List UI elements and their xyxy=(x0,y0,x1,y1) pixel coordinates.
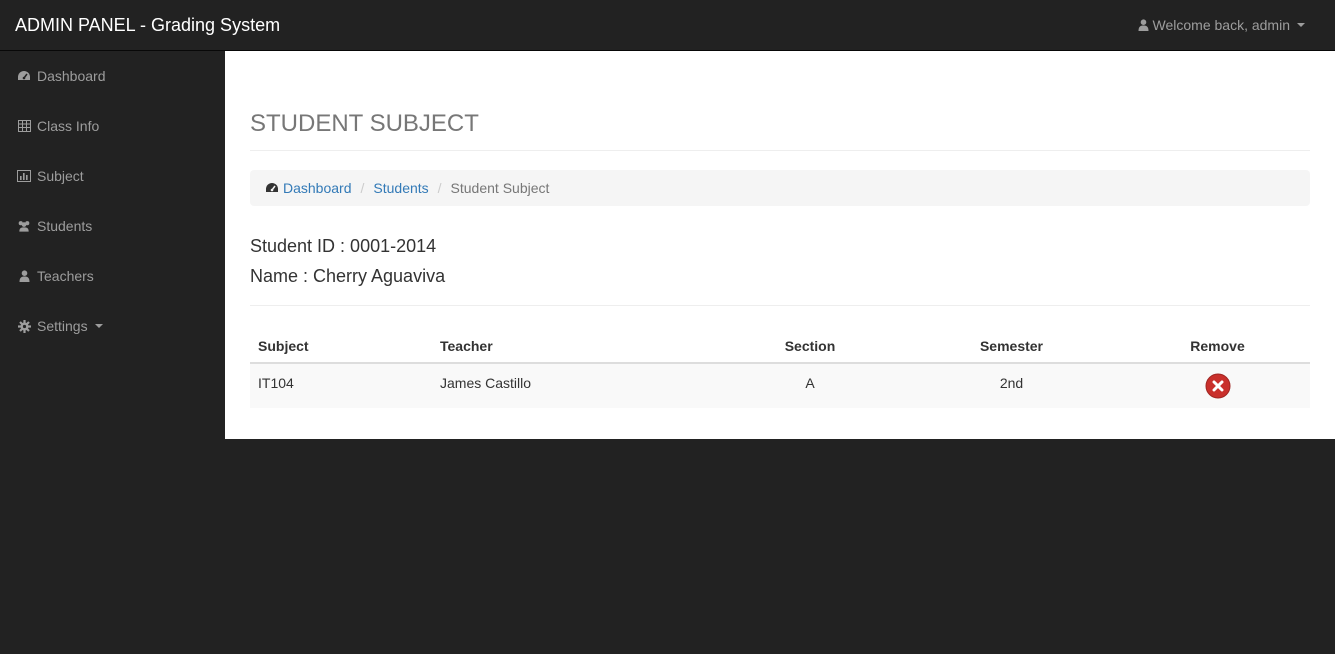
page-header: STUDENT SUBJECT xyxy=(250,110,1310,151)
sidebar-item-label: Class Info xyxy=(37,118,100,134)
table-icon xyxy=(17,119,31,133)
brand-title[interactable]: ADMIN PANEL - Grading System xyxy=(15,15,280,35)
user-menu-dropdown[interactable]: Welcome back, admin xyxy=(1138,16,1305,34)
sidebar-item-class-info[interactable]: Class Info xyxy=(0,101,225,151)
column-header-section: Section xyxy=(722,329,898,364)
breadcrumb-separator: / xyxy=(437,180,442,196)
sidebar-item-label: Settings xyxy=(37,318,88,334)
cell-teacher: James Castillo xyxy=(432,363,722,408)
subjects-table: Subject Teacher Section Semester Remove … xyxy=(250,329,1310,408)
column-header-subject: Subject xyxy=(250,329,432,364)
student-id: Student ID : 0001-2014 xyxy=(250,236,437,256)
caret-down-icon xyxy=(94,324,103,328)
user-icon xyxy=(17,269,31,283)
user-icon xyxy=(1138,19,1149,31)
column-header-semester: Semester xyxy=(898,329,1125,364)
student-name: Name : Cherry Aguaviva xyxy=(250,266,446,286)
users-icon xyxy=(17,219,31,233)
cell-subject: IT104 xyxy=(250,363,432,408)
sidebar-item-subject[interactable]: Subject xyxy=(0,151,225,201)
user-menu-label: Welcome back, admin xyxy=(1152,17,1290,33)
dashboard-icon xyxy=(17,69,31,83)
breadcrumb-separator: / xyxy=(360,180,365,196)
page-title: STUDENT SUBJECT xyxy=(250,110,479,137)
sidebar-item-teachers[interactable]: Teachers xyxy=(0,251,225,301)
cell-section: A xyxy=(722,363,898,408)
sidebar-item-settings[interactable]: Settings xyxy=(0,301,225,351)
table-header-row: Subject Teacher Section Semester Remove xyxy=(250,329,1310,364)
sidebar-item-label: Students xyxy=(37,218,93,234)
table-row: IT104 James Castillo A 2nd xyxy=(250,363,1310,408)
column-header-remove: Remove xyxy=(1125,329,1310,364)
bar-chart-icon xyxy=(17,169,31,183)
caret-down-icon xyxy=(1297,23,1305,27)
breadcrumb-current: Student Subject xyxy=(450,180,550,196)
sidebar: Dashboard Class Info Subject Students Te… xyxy=(0,51,225,351)
dashboard-icon xyxy=(266,183,278,192)
breadcrumb-label: Dashboard xyxy=(283,180,352,196)
column-header-teacher: Teacher xyxy=(432,329,722,364)
breadcrumb: Dashboard / Students / Student Subject xyxy=(250,170,1310,206)
breadcrumb-students-link[interactable]: Students xyxy=(373,180,428,196)
main-content: STUDENT SUBJECT Dashboard / Students / S… xyxy=(225,51,1335,439)
cell-semester: 2nd xyxy=(898,363,1125,408)
divider xyxy=(250,305,1310,306)
sidebar-item-label: Dashboard xyxy=(37,68,106,84)
remove-icon xyxy=(1205,373,1230,399)
sidebar-item-students[interactable]: Students xyxy=(0,201,225,251)
top-navbar: ADMIN PANEL - Grading System Welcome bac… xyxy=(0,0,1335,51)
gear-icon xyxy=(17,319,31,333)
sidebar-item-label: Teachers xyxy=(37,268,94,284)
sidebar-item-dashboard[interactable]: Dashboard xyxy=(0,51,225,101)
sidebar-item-label: Subject xyxy=(37,168,84,184)
remove-button[interactable] xyxy=(1205,373,1231,402)
cell-remove xyxy=(1125,363,1310,408)
breadcrumb-dashboard-link[interactable]: Dashboard xyxy=(265,180,352,196)
